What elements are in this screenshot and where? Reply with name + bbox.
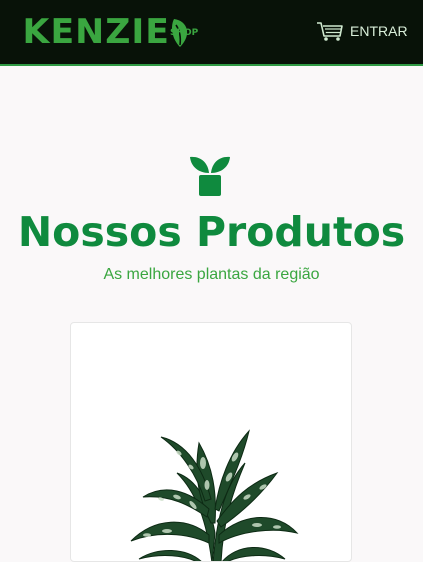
- page-subtitle: As melhores plantas da região: [103, 266, 320, 283]
- aglaonema-plant-image: [130, 429, 299, 561]
- login-label: ENTRAR: [350, 23, 408, 39]
- cart-icon: [317, 22, 343, 41]
- header: KENZIE SHOP ENTRAR: [0, 0, 423, 66]
- plant-pot-icon: [190, 156, 230, 196]
- product-card[interactable]: [70, 322, 352, 562]
- logo-text: KENZIE: [22, 12, 171, 52]
- login-button[interactable]: ENTRAR: [316, 20, 408, 42]
- page-title: Nossos Produtos: [17, 208, 406, 256]
- logo-sub-text: SHOP: [170, 28, 199, 38]
- logo[interactable]: KENZIE: [22, 12, 192, 52]
